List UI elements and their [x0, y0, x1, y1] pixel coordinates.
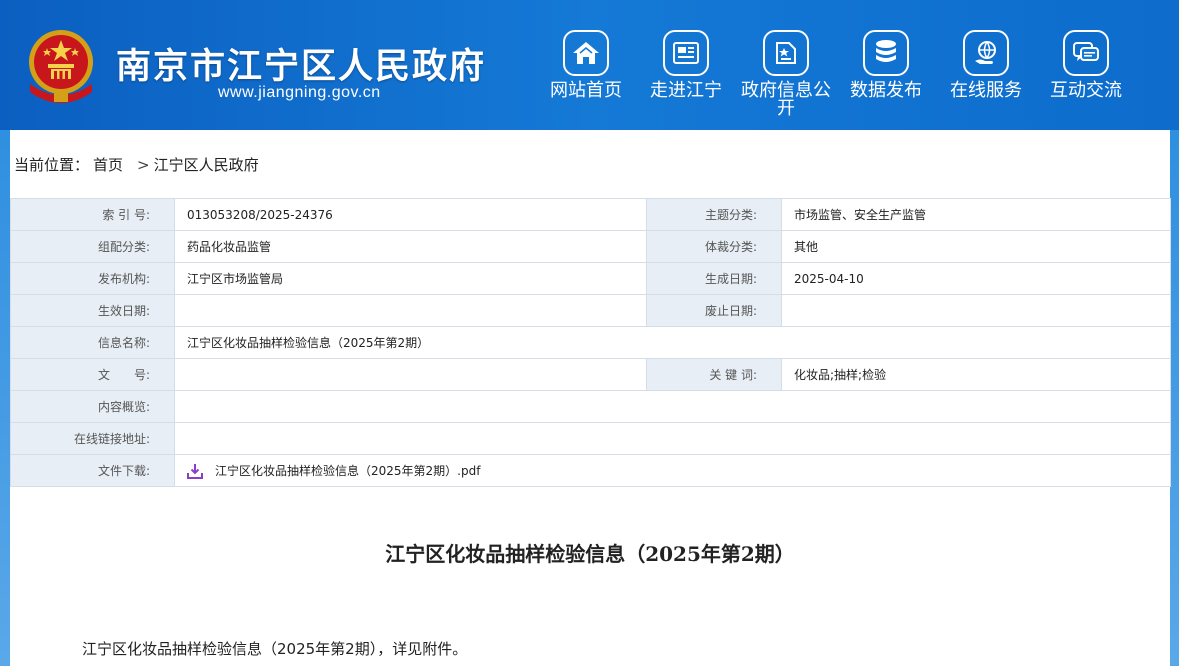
content-panel: 当前位置： 首页 > 江宁区人民政府 索 引 号: 013053208/2025-24…: [10, 130, 1171, 666]
nav-item-data-release[interactable]: 数据发布: [836, 30, 936, 118]
org-category-label: 组配分类:: [10, 230, 175, 263]
topic-label: 主题分类:: [646, 198, 782, 231]
metadata-table: 索 引 号: 013053208/2025-24376 主题分类: 市场监管、安…: [10, 198, 1171, 487]
effective-date-value: [174, 294, 647, 327]
info-name-value: 江宁区化妆品抽样检验信息（2025年第2期）: [174, 326, 1171, 359]
genre-value: 其他: [781, 230, 1171, 263]
doc-number-label: 文 号:: [10, 358, 175, 391]
download-icon[interactable]: [187, 463, 203, 480]
org-category-value: 药品化妆品监管: [174, 230, 647, 263]
nav-label: 在线服务: [950, 80, 1022, 101]
download-label: 文件下载:: [10, 454, 175, 487]
online-link-label: 在线链接地址:: [10, 422, 175, 455]
nav-item-interaction[interactable]: 互动交流: [1036, 30, 1136, 118]
nav-item-online-service[interactable]: 在线服务: [936, 30, 1036, 118]
breadcrumb-current-link[interactable]: 江宁区人民政府: [154, 156, 259, 174]
publisher-label: 发布机构:: [10, 262, 175, 295]
nav-item-home[interactable]: 网站首页: [536, 30, 636, 118]
genre-label: 体裁分类:: [646, 230, 782, 263]
table-row: 信息名称: 江宁区化妆品抽样检验信息（2025年第2期）: [10, 326, 1171, 359]
table-row: 文 号: 关 键 词: 化妆品;抽样;检验: [10, 358, 1171, 391]
breadcrumb-home-link[interactable]: 首页: [93, 156, 123, 174]
nav-label: 数据发布: [850, 80, 922, 101]
generated-date-label: 生成日期:: [646, 262, 782, 295]
index-no-value: 013053208/2025-24376: [174, 198, 647, 231]
document-title: 江宁区化妆品抽样检验信息（2025年第2期）: [385, 542, 795, 566]
nav-label: 网站首页: [550, 80, 622, 101]
nav-item-about[interactable]: 走进江宁: [636, 30, 736, 118]
site-header: 南京市江宁区人民政府 www.jiangning.gov.cn 网站首页 走进江…: [0, 0, 1179, 130]
nav-label: 走进江宁: [650, 80, 722, 101]
info-name-label: 信息名称:: [10, 326, 175, 359]
generated-date-value: 2025-04-10: [781, 262, 1171, 295]
national-emblem-icon: [29, 30, 93, 103]
keywords-value: 化妆品;抽样;检验: [781, 358, 1171, 391]
document-body: 江宁区化妆品抽样检验信息（2025年第2期），详见附件。: [82, 640, 468, 658]
globe-hand-icon: [963, 30, 1009, 76]
online-link-value: [174, 422, 1171, 455]
table-row: 在线链接地址:: [10, 422, 1171, 455]
newspaper-icon: [663, 30, 709, 76]
site-title: 南京市江宁区人民政府: [116, 46, 487, 87]
keywords-label: 关 键 词:: [646, 358, 782, 391]
publisher-value: 江宁区市场监管局: [174, 262, 647, 295]
table-row: 索 引 号: 013053208/2025-24376 主题分类: 市场监管、安…: [10, 198, 1171, 231]
download-file-link[interactable]: 江宁区化妆品抽样检验信息（2025年第2期）.pdf: [215, 464, 480, 478]
table-row: 发布机构: 江宁区市场监管局 生成日期: 2025-04-10: [10, 262, 1171, 295]
table-row: 内容概览:: [10, 390, 1171, 423]
database-icon: [863, 30, 909, 76]
abolish-date-label: 废止日期:: [646, 294, 782, 327]
site-url: www.jiangning.gov.cn: [218, 84, 381, 101]
main-nav: 网站首页 走进江宁 政府信息公开 数据发布 在线服务 互动交流: [536, 30, 1136, 118]
doc-number-value: [174, 358, 647, 391]
topic-value: 市场监管、安全生产监管: [781, 198, 1171, 231]
table-row: 生效日期: 废止日期:: [10, 294, 1171, 327]
overview-label: 内容概览:: [10, 390, 175, 423]
nav-label: 互动交流: [1050, 80, 1122, 101]
effective-date-label: 生效日期:: [10, 294, 175, 327]
nav-item-info-disclosure[interactable]: 政府信息公开: [736, 30, 836, 118]
index-no-label: 索 引 号:: [10, 198, 175, 231]
breadcrumb: 当前位置： 首页 > 江宁区人民政府: [14, 154, 263, 175]
breadcrumb-prefix: 当前位置：: [14, 156, 90, 174]
table-row: 文件下载: 江宁区化妆品抽样检验信息（2025年第2期）.pdf: [10, 454, 1171, 487]
abolish-date-value: [781, 294, 1171, 327]
chevron-right-icon: >: [137, 156, 150, 174]
chat-icon: [1063, 30, 1109, 76]
document-star-icon: [763, 30, 809, 76]
download-cell: 江宁区化妆品抽样检验信息（2025年第2期）.pdf: [174, 454, 1171, 487]
home-icon: [563, 30, 609, 76]
table-row: 组配分类: 药品化妆品监管 体裁分类: 其他: [10, 230, 1171, 263]
overview-value: [174, 390, 1171, 423]
nav-label: 政府信息公开: [741, 80, 831, 119]
